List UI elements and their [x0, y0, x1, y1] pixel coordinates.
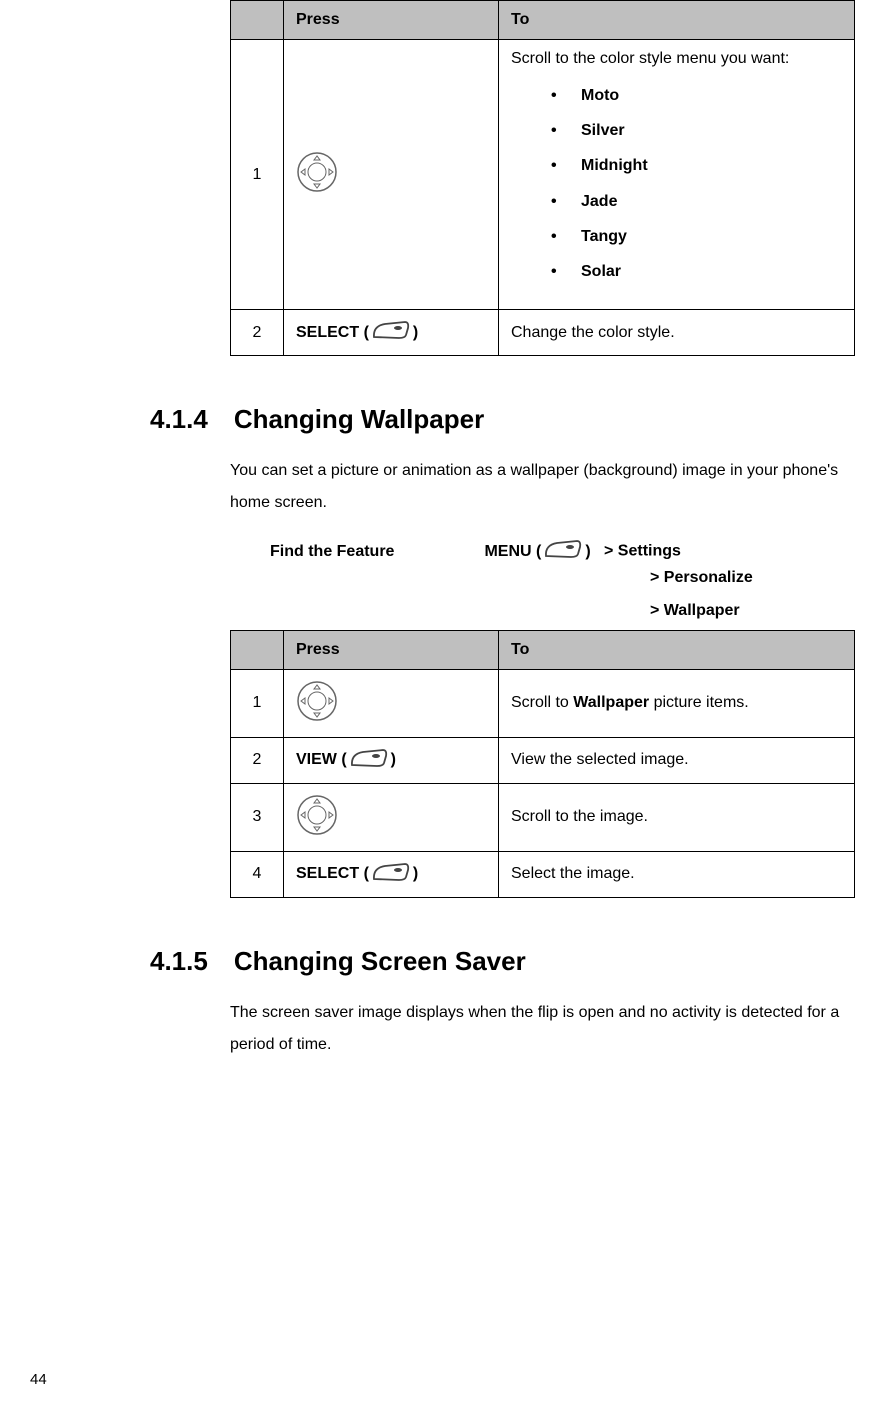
table-header-press: Press: [284, 1, 499, 40]
nav-dpad-icon: [296, 680, 338, 727]
find-the-feature-row: Find the Feature MENU ( ) > Settings: [270, 539, 853, 564]
to-cell: Scroll to Wallpaper picture items.: [499, 669, 855, 737]
softkey-icon: [543, 539, 583, 564]
list-item: Jade: [551, 184, 842, 219]
to-cell: Scroll to the image.: [499, 783, 855, 851]
softkey-text: SELECT (: [296, 324, 369, 342]
page-number: 44: [30, 1371, 47, 1388]
softkey-icon: [371, 320, 411, 345]
menu-label-prefix: MENU (: [484, 543, 541, 561]
step-number: 3: [231, 783, 284, 851]
table-header-blank: [231, 630, 284, 669]
section-body-414: You can set a picture or animation as a …: [230, 455, 853, 519]
table-row: 4 SELECT ( ) Select the image.: [231, 851, 855, 897]
list-item: Tangy: [551, 219, 842, 254]
press-cell: SELECT ( ): [284, 851, 499, 897]
menu-path-personalize: > Personalize: [650, 564, 853, 593]
softkey-close: ): [391, 751, 396, 769]
softkey-text: SELECT (: [296, 865, 369, 883]
press-cell: [284, 40, 499, 310]
to-intro-text: Scroll to the color style menu you want:: [511, 50, 842, 68]
table-row: 3 Scroll to the image.: [231, 783, 855, 851]
section-heading-414: 4.1.4 Changing Wallpaper: [150, 404, 853, 435]
menu-label-suffix: ): [585, 543, 590, 561]
menu-path-wallpaper: > Wallpaper: [650, 597, 853, 626]
list-item: Midnight: [551, 148, 842, 183]
table-row: 1 Scroll to Wallpaper picture items.: [231, 669, 855, 737]
step-number: 2: [231, 310, 284, 356]
to-post: picture items.: [649, 694, 749, 711]
to-cell: Scroll to the color style menu you want:…: [499, 40, 855, 310]
softkey-text: VIEW (: [296, 751, 347, 769]
to-cell: Select the image.: [499, 851, 855, 897]
table-header-blank: [231, 1, 284, 40]
to-pre: Scroll to: [511, 694, 573, 711]
section-heading-415: 4.1.5 Changing Screen Saver: [150, 946, 853, 977]
press-cell: [284, 783, 499, 851]
step-number: 1: [231, 669, 284, 737]
find-feature-label: Find the Feature: [270, 543, 394, 561]
menu-path-settings: > Settings: [604, 543, 681, 560]
table-row: 2 VIEW ( ) View the selected image.: [231, 737, 855, 783]
softkey-close: ): [413, 324, 418, 342]
color-style-list: Moto Silver Midnight Jade Tangy Solar: [511, 78, 842, 289]
table-header-press: Press: [284, 630, 499, 669]
list-item: Moto: [551, 78, 842, 113]
to-cell: View the selected image.: [499, 737, 855, 783]
press-cell: SELECT ( ): [284, 310, 499, 356]
press-cell: [284, 669, 499, 737]
table-header-to: To: [499, 1, 855, 40]
to-bold: Wallpaper: [573, 694, 649, 711]
step-number: 4: [231, 851, 284, 897]
list-item: Solar: [551, 254, 842, 289]
table-header-to: To: [499, 630, 855, 669]
nav-dpad-icon: [296, 151, 338, 198]
list-item: Silver: [551, 113, 842, 148]
section-body-415: The screen saver image displays when the…: [230, 997, 853, 1061]
softkey-icon: [371, 862, 411, 887]
softkey-close: ): [413, 865, 418, 883]
table-row: 1 Scroll to the color style menu you wan…: [231, 40, 855, 310]
to-cell: Change the color style.: [499, 310, 855, 356]
nav-dpad-icon: [296, 794, 338, 841]
press-cell: VIEW ( ): [284, 737, 499, 783]
color-style-steps-table: Press To 1 Scroll to the color: [230, 0, 855, 356]
wallpaper-steps-table: Press To 1 Scroll to Wallpaper: [230, 630, 855, 898]
softkey-icon: [349, 748, 389, 773]
step-number: 1: [231, 40, 284, 310]
step-number: 2: [231, 737, 284, 783]
table-row: 2 SELECT ( ) Change the color style.: [231, 310, 855, 356]
